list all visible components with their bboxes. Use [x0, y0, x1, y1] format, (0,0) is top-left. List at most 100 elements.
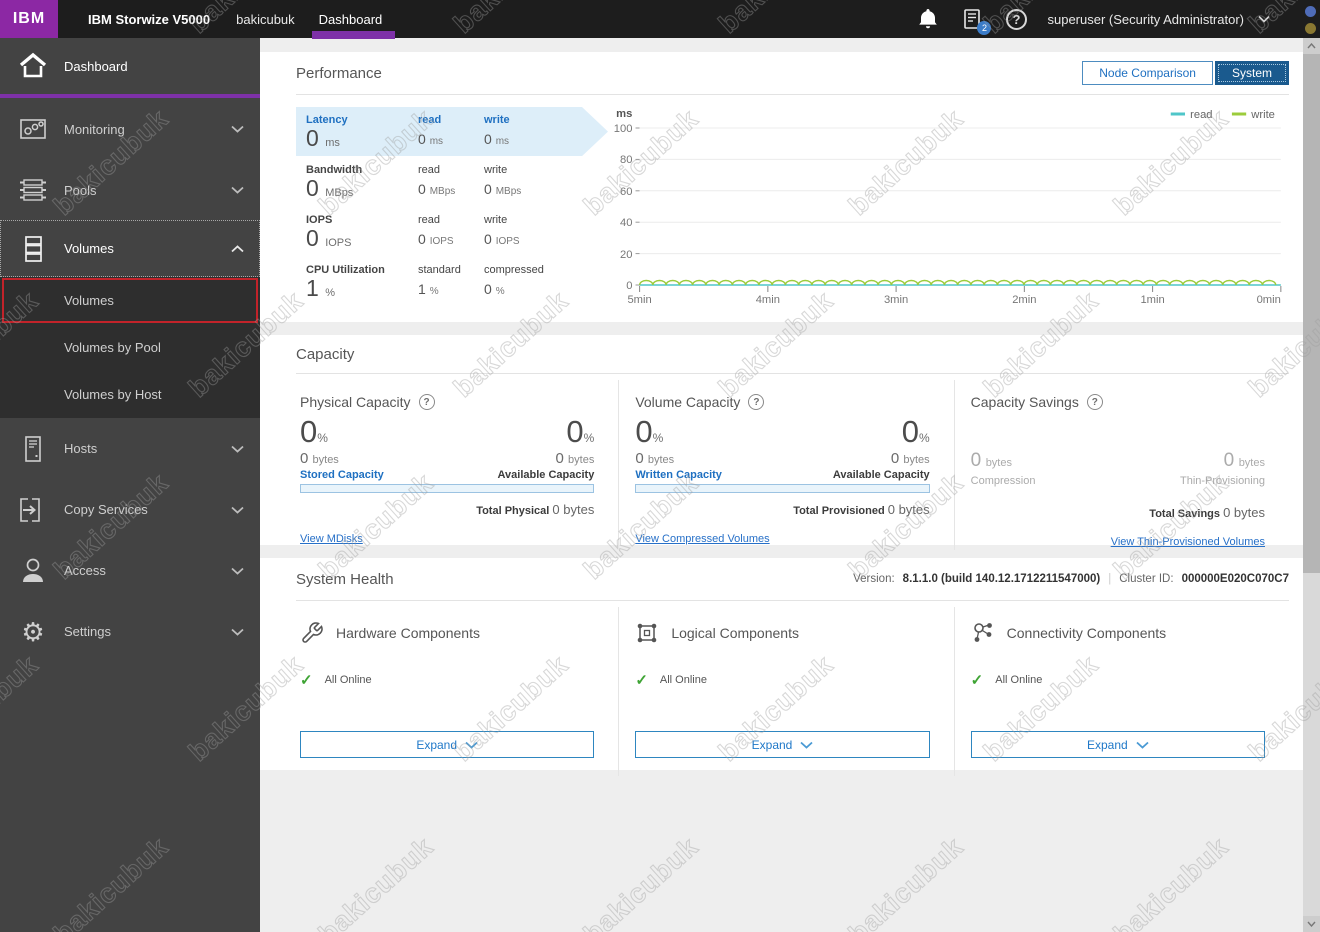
- volumes-icon: [16, 234, 50, 264]
- gear-icon: ⚙: [21, 616, 45, 647]
- read-label: read: [418, 114, 442, 126]
- hardware-components-panel: Hardware Components ✓ All Online Expand: [296, 607, 618, 776]
- submenu-label: Volumes by Pool: [64, 340, 161, 355]
- help-icon[interactable]: ?: [418, 394, 435, 410]
- sidebar-item-pools[interactable]: Pools: [0, 160, 260, 220]
- system-name-menu[interactable]: bakicubuk: [236, 12, 295, 27]
- node-comparison-button[interactable]: Node Comparison: [1082, 61, 1213, 85]
- performance-view-toggle: Node Comparison System: [1082, 61, 1289, 85]
- scrollbar-thumb[interactable]: [1303, 54, 1320, 573]
- cluster-id-label: Cluster ID:: [1119, 573, 1174, 585]
- submenu-item-volumes-by-host[interactable]: Volumes by Host: [0, 371, 260, 418]
- connectivity-components-icon: [973, 623, 992, 642]
- sidebar-label: Volumes: [64, 241, 114, 256]
- write-label: write: [484, 214, 508, 227]
- compression-savings: 0 bytes Compression: [970, 450, 1036, 487]
- available-capacity-label: Available Capacity: [832, 469, 930, 481]
- physical-capacity-panel: Physical Capacity ? 0% 0% 0 bytes 0 byte…: [300, 394, 595, 545]
- cluster-id-value: 000000E020C070C7: [1181, 573, 1289, 585]
- ibm-logo[interactable]: IBM: [0, 0, 58, 38]
- x-axis-labels: 5min 4min 3min 2min 1min 0min: [627, 294, 1280, 305]
- sidebar-item-hosts[interactable]: Hosts: [0, 418, 260, 479]
- stat-row-bandwidth[interactable]: Bandwidth 0 MBps read 0 MBps write 0 MBp…: [296, 157, 608, 206]
- home-icon: [16, 52, 50, 80]
- svg-text:60: 60: [620, 186, 632, 198]
- expand-hardware-button[interactable]: Expand: [300, 731, 595, 758]
- submenu-label: Volumes: [64, 293, 114, 308]
- sidebar-item-settings[interactable]: ⚙ Settings: [0, 601, 260, 662]
- sidebar-label: Copy Services: [64, 502, 148, 517]
- logical-components-panel: Logical Components ✓ All Online Expand: [618, 607, 953, 776]
- compressed-label: compressed: [484, 264, 544, 277]
- sidebar-label: Access: [64, 563, 106, 578]
- sidebar-label: Monitoring: [64, 121, 125, 137]
- y-axis-title: ms: [616, 108, 632, 120]
- logical-components-icon: [638, 623, 657, 643]
- system-info: Version: 8.1.1.0 (build 140.12.171221154…: [853, 573, 1289, 585]
- stat-row-iops[interactable]: IOPS 0 IOPS read 0 IOPS write 0 IOPS: [296, 207, 608, 256]
- system-health-title: System Health: [296, 570, 394, 588]
- user-menu[interactable]: superuser (Security Administrator): [1047, 12, 1270, 27]
- vertical-scrollbar[interactable]: [1303, 38, 1320, 932]
- thin-provisioning-savings: 0 bytes Thin-Provisioning: [1180, 450, 1265, 487]
- performance-section: Performance Node Comparison System Laten…: [260, 52, 1303, 322]
- sidebar-item-monitoring[interactable]: Monitoring: [0, 98, 260, 160]
- help-button[interactable]: ?: [1003, 6, 1029, 32]
- view-thin-provisioned-volumes-link[interactable]: View Thin-Provisioned Volumes: [1111, 536, 1265, 548]
- capacity-section: Capacity Physical Capacity ? 0% 0% 0 byt…: [260, 335, 1303, 550]
- help-icon: ?: [1005, 8, 1027, 30]
- highlight-ring: [2, 278, 258, 323]
- running-tasks-button[interactable]: 2: [959, 6, 992, 35]
- chevron-up-icon: [1307, 43, 1316, 49]
- scroll-down-button[interactable]: [1303, 916, 1320, 932]
- sidebar-item-volumes[interactable]: Volumes: [0, 220, 260, 277]
- tab-dashboard[interactable]: Dashboard: [311, 0, 395, 39]
- write-label: write: [484, 164, 508, 177]
- monitoring-icon: [16, 115, 50, 143]
- svg-text:0: 0: [626, 280, 632, 292]
- expand-logical-button[interactable]: Expand: [635, 731, 930, 758]
- version-value: 8.1.1.0 (build 140.12.1712211547000): [902, 573, 1101, 585]
- chevron-down-icon: [1136, 741, 1149, 749]
- system-button[interactable]: System: [1214, 61, 1289, 85]
- svg-text:1min: 1min: [1140, 294, 1164, 305]
- x-axis-ticks-marks: [639, 286, 1282, 292]
- notifications-button[interactable]: [915, 6, 941, 32]
- svg-text:4min: 4min: [756, 294, 780, 305]
- stored-capacity-label[interactable]: Stored Capacity: [300, 469, 384, 481]
- chevron-down-icon: [231, 445, 244, 453]
- status-text: All Online: [659, 674, 707, 686]
- submenu-item-volumes-by-pool[interactable]: Volumes by Pool: [0, 324, 260, 371]
- svg-text:5min: 5min: [627, 294, 651, 305]
- sidebar-label: Pools: [64, 182, 97, 198]
- sidebar-item-copy-services[interactable]: Copy Services: [0, 479, 260, 540]
- stat-row-latency[interactable]: Latency 0 ms read 0 ms write 0 ms: [296, 107, 608, 156]
- scroll-up-button[interactable]: [1303, 38, 1320, 54]
- top-bar: IBM IBM Storwize V5000 bakicubuk Dashboa…: [0, 0, 1320, 39]
- tasks-badge: 2: [977, 21, 992, 35]
- help-icon[interactable]: ?: [1086, 394, 1103, 410]
- sidebar-item-dashboard[interactable]: Dashboard: [0, 38, 260, 94]
- view-compressed-volumes-link[interactable]: View Compressed Volumes: [635, 533, 769, 545]
- component-title: Logical Components: [671, 625, 799, 641]
- svg-text:2min: 2min: [1012, 294, 1036, 305]
- capacity-title: Capacity: [296, 345, 355, 363]
- chevron-down-icon: [231, 125, 244, 133]
- written-capacity-label[interactable]: Written Capacity: [635, 469, 722, 481]
- stat-row-cpu[interactable]: CPU Utilization 1 % standard 1 % compres…: [296, 257, 608, 306]
- expand-connectivity-button[interactable]: Expand: [970, 731, 1265, 758]
- help-icon[interactable]: ?: [748, 394, 765, 410]
- legend-write-label: write: [1250, 109, 1275, 121]
- check-icon: ✓: [300, 672, 313, 689]
- available-capacity-label: Available Capacity: [497, 469, 595, 481]
- sidebar-label: Hosts: [64, 441, 98, 456]
- chevron-down-icon: [800, 741, 813, 749]
- copy-services-icon: [16, 495, 50, 525]
- svg-text:100: 100: [614, 123, 633, 135]
- main-content: Performance Node Comparison System Laten…: [260, 38, 1303, 932]
- sidebar-item-access[interactable]: Access: [0, 540, 260, 601]
- submenu-item-volumes[interactable]: Volumes: [0, 277, 260, 324]
- sidebar: Dashboard Monitoring Pools Volumes Volum…: [0, 38, 260, 932]
- view-mdisks-link[interactable]: View MDisks: [300, 533, 363, 545]
- sidebar-label: Dashboard: [64, 58, 128, 74]
